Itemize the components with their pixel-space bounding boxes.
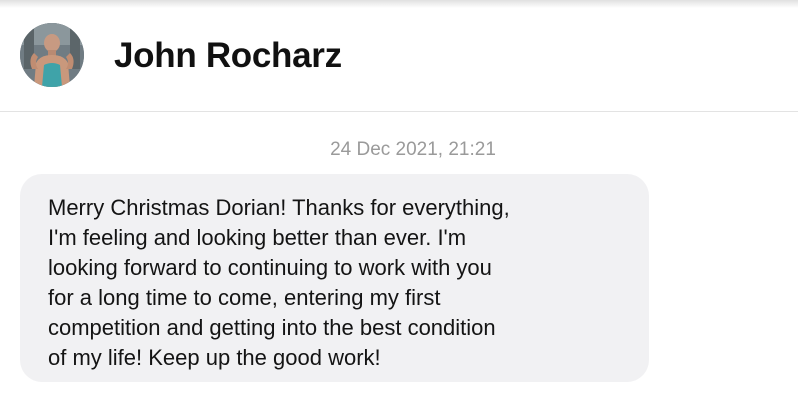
message-text: Merry Christmas Dorian! Thanks for every… <box>48 195 510 370</box>
chat-window: John Rocharz 24 Dec 2021, 21:21 Merry Ch… <box>0 0 798 414</box>
avatar[interactable] <box>20 23 84 87</box>
person-photo-icon <box>20 23 84 87</box>
top-shadow <box>0 0 798 8</box>
contact-name: John Rocharz <box>114 36 342 75</box>
chat-header: John Rocharz <box>0 0 798 112</box>
message-bubble[interactable]: Merry Christmas Dorian! Thanks for every… <box>20 174 649 382</box>
message-timestamp: 24 Dec 2021, 21:21 <box>330 139 496 160</box>
